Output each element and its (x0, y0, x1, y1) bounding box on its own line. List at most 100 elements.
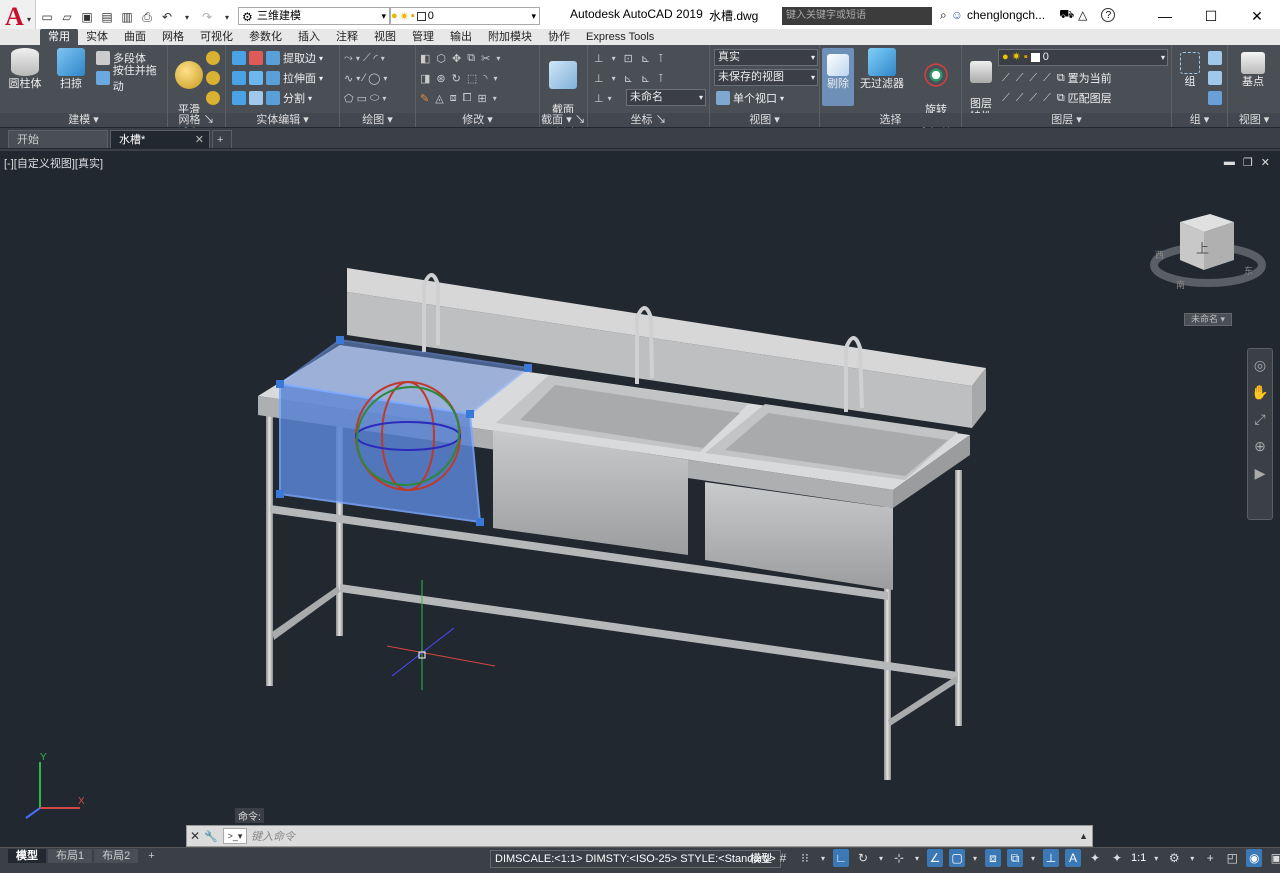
command-prompt-icon[interactable]: >_▾ (223, 828, 247, 844)
saved-view-dropdown[interactable]: 未保存的视图 ▾ (714, 69, 818, 86)
ribbon-tab[interactable]: 可视化 (192, 29, 241, 45)
chevron-down-icon[interactable]: ▾ (382, 94, 386, 103)
layer-unisolate-icon[interactable]: ⟋ (1016, 92, 1024, 105)
command-line[interactable]: ✕ 🔧 >_▾ 键入命令 ▲ (186, 825, 1093, 847)
ortho-icon[interactable]: ∟ (833, 849, 849, 867)
chevron-down-icon[interactable]: ▾ (381, 54, 385, 63)
help-icon[interactable]: ? (1101, 8, 1116, 22)
chevron-down-icon[interactable]: ▾ (493, 94, 497, 103)
chevron-down-icon[interactable]: ▾ (612, 54, 616, 63)
layer-isolate-icon[interactable]: ⟋ (1016, 72, 1024, 85)
binoculars-icon[interactable]: ⌕ (940, 8, 947, 23)
ucs-3point-icon[interactable]: ⊥ (594, 92, 604, 105)
no-filter-button[interactable]: 无过滤器 (860, 48, 904, 91)
3d-object-snap-icon[interactable]: ⧈ (985, 849, 1001, 867)
ribbon-tab[interactable]: 附加模块 (480, 29, 540, 45)
viewcube-east[interactable]: 东 (1244, 264, 1253, 277)
erase-icon[interactable]: ✎ (420, 92, 429, 105)
rotate-3d-icon[interactable]: ⊛ (436, 72, 445, 85)
copy-icon[interactable]: ⧠ (463, 92, 472, 105)
offset-icon[interactable]: ⧈ (450, 92, 457, 105)
ucs-menu-dropdown[interactable]: 未命名 ▾ (1184, 313, 1232, 326)
redo-dropdown-icon[interactable]: ▾ (218, 8, 236, 26)
panel-title-view[interactable]: 视图 ▾ (710, 113, 819, 127)
chevron-down-icon[interactable]: ▾ (319, 74, 323, 83)
ucs-view-icon[interactable]: ⊺ (658, 72, 664, 85)
chevron-down-icon[interactable]: ▾ (913, 849, 921, 867)
mesh-smooth-more-icon[interactable] (206, 51, 220, 65)
close-icon[interactable]: ✕ (195, 131, 204, 149)
annotation-visibility-icon[interactable]: A (1065, 849, 1081, 867)
extrude-faces-button[interactable]: 拉伸面 (283, 70, 316, 86)
layer-quick-dropdown[interactable]: ● ✷ ▪ 0 ▾ (390, 7, 540, 25)
workspace-dropdown[interactable]: ⚙ 三维建模 ▾ (238, 7, 390, 25)
panel-title-modify[interactable]: 修改 ▾ (416, 113, 539, 127)
ribbon-tab[interactable]: 管理 (404, 29, 442, 45)
chevron-down-icon[interactable]: ▾ (319, 54, 323, 63)
chevron-down-icon[interactable]: ▾ (383, 74, 387, 83)
thicken-icon[interactable] (249, 91, 263, 105)
chevron-down-icon[interactable]: ▾ (819, 849, 827, 867)
intersect-icon[interactable] (232, 71, 246, 85)
viewcube-top-face[interactable]: 上 (1196, 238, 1209, 257)
ucs-x-icon[interactable]: ⊾ (641, 52, 650, 65)
ribbon-tab[interactable]: 实体 (78, 29, 116, 45)
application-menu-button[interactable]: A ▾ (0, 0, 36, 32)
isodraft-icon[interactable]: ⊹ (891, 849, 907, 867)
ribbon-tab[interactable]: 参数化 (241, 29, 290, 45)
set-current-button[interactable]: ⧉ 置为当前 (1057, 69, 1112, 87)
align-icon[interactable]: ◨ (420, 72, 430, 85)
object-snap-tracking-icon[interactable]: ∠ (927, 849, 943, 867)
selection-cycling-icon[interactable]: ⊥ (1043, 849, 1059, 867)
stretch-icon[interactable]: ⬚ (467, 72, 477, 85)
autodesk-a360-icon[interactable]: △ (1078, 8, 1087, 22)
chevron-down-icon[interactable]: ▾ (608, 94, 612, 103)
steering-wheel-icon[interactable]: ◎ (1248, 354, 1272, 376)
viewport-config-button[interactable]: 单个视口 ▾ (716, 89, 784, 107)
chevron-up-icon[interactable]: ▲ (1079, 831, 1092, 841)
union-icon[interactable] (232, 51, 246, 65)
user-name[interactable]: chenglongch... (967, 8, 1045, 22)
trim-icon[interactable]: ✂ (481, 52, 490, 65)
panel-title-selection[interactable]: 选择 (820, 113, 961, 127)
print-icon[interactable]: ⎙ (138, 8, 156, 26)
cart-icon[interactable]: ⛟ (1059, 7, 1074, 23)
publish-icon[interactable]: ▥ (118, 8, 136, 26)
mesh-smooth-less-icon[interactable] (206, 71, 220, 85)
save-as-icon[interactable]: ▤ (98, 8, 116, 26)
panel-title-modeling[interactable]: 建模 ▾ (0, 113, 167, 127)
match-layer-button[interactable]: ⧉ 匹配图层 (1057, 89, 1112, 107)
extract-edges-button[interactable]: 提取边 (283, 50, 316, 66)
chevron-down-icon[interactable]: ▾ (1188, 849, 1196, 867)
add-layout-button[interactable]: + (140, 849, 162, 863)
layer-on-icon[interactable]: ⟋ (1002, 92, 1010, 105)
chevron-down-icon[interactable]: ▾ (308, 94, 312, 103)
ribbon-tab[interactable]: 视图 (366, 29, 404, 45)
layout-tab-2[interactable]: 布局2 (94, 849, 139, 863)
annotation-scale-icon[interactable]: ✦ (1109, 849, 1125, 867)
ucs-world-icon[interactable]: ⊡ (624, 52, 633, 65)
scale-3d-icon[interactable]: ⧉ (467, 52, 475, 65)
ucs-z-icon[interactable]: ⊾ (641, 72, 650, 85)
pan-hand-icon[interactable]: ✋ (1248, 381, 1272, 403)
chevron-down-icon[interactable]: ▾ (496, 54, 500, 63)
new-tab-button[interactable]: + (212, 130, 232, 148)
rectangle-icon[interactable]: ▭ (357, 92, 367, 105)
ucs-icon[interactable]: ⊥ (594, 52, 604, 65)
array-icon[interactable]: ◬ (435, 92, 443, 105)
showmotion-icon[interactable]: ▶ (1248, 462, 1272, 484)
chevron-down-icon[interactable]: ▾ (877, 849, 885, 867)
polygon-icon[interactable]: ⬠ (344, 92, 354, 105)
maximize-icon[interactable]: ☐ (1188, 0, 1234, 32)
ribbon-tab[interactable]: 曲面 (116, 29, 154, 45)
ucs-name-dropdown[interactable]: 未命名 ▾ (626, 89, 706, 106)
user-icon[interactable]: ☺ (951, 8, 963, 22)
chevron-down-icon[interactable]: ▾ (971, 849, 979, 867)
ribbon-tab[interactable]: 网格 (154, 29, 192, 45)
polyline-icon[interactable]: ⟋ (363, 52, 371, 65)
chevron-down-icon[interactable]: ▾ (494, 74, 498, 83)
mirror-icon[interactable]: ◧ (420, 52, 430, 65)
viewcube-south[interactable]: 南 (1176, 278, 1185, 291)
layer-off-icon[interactable]: ⟋ (1002, 72, 1010, 85)
base-view-button[interactable]: 基点 (1234, 48, 1272, 89)
